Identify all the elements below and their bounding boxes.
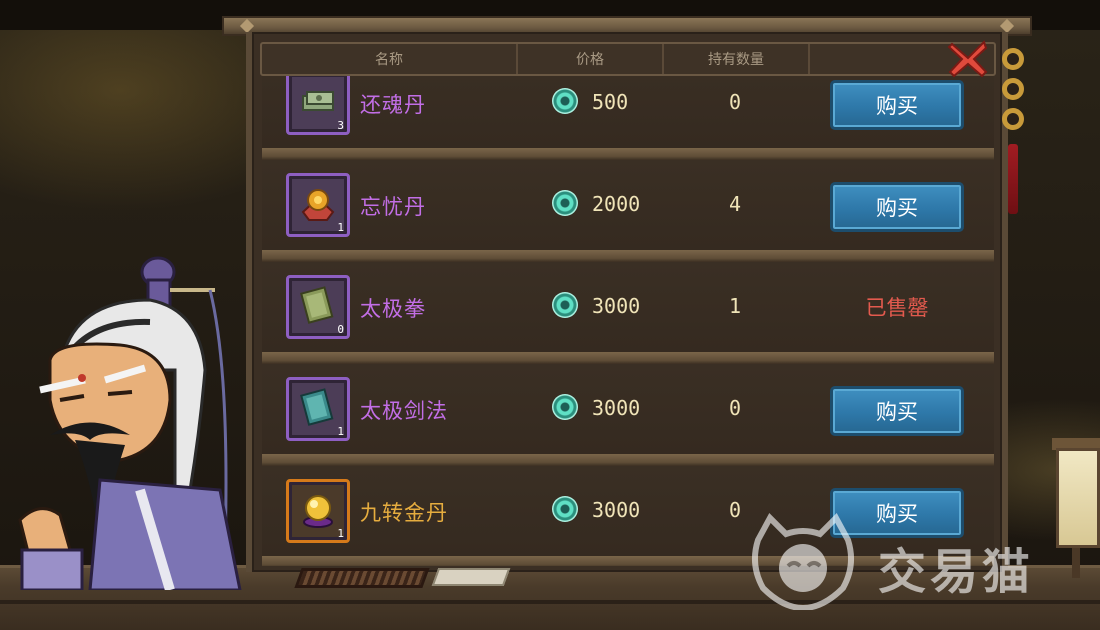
- abacus: [294, 568, 430, 588]
- item-name: 九转金丹: [360, 501, 448, 525]
- ornament-right: [999, 18, 1015, 34]
- jade-coin-icon: [552, 292, 578, 318]
- buy-button[interactable]: 购买: [830, 182, 964, 232]
- green-book-icon: [300, 286, 334, 324]
- watermark-text: 交易猫: [878, 544, 1035, 600]
- shelf-board: [262, 352, 994, 364]
- item-price: 3000: [592, 396, 641, 420]
- item-list[interactable]: 3 还魂丹 500 0 购买 1 忘忧丹 2000 4 购买 0 太极拳 300…: [262, 76, 994, 566]
- item-price: 2000: [592, 192, 641, 216]
- item-count: 1: [337, 221, 344, 234]
- paper-stack: [431, 568, 511, 586]
- item-slot[interactable]: 1: [286, 479, 350, 543]
- close-icon[interactable]: [946, 38, 990, 80]
- table-header: 名称 价格 持有数量: [260, 42, 996, 76]
- coin-ring-icon: [1002, 78, 1024, 100]
- coin-ring-icon: [1002, 48, 1024, 70]
- list-item: 1 忘忧丹 2000 4 购买: [262, 160, 994, 262]
- header-quantity: 持有数量: [664, 44, 810, 74]
- shelf-board: [262, 250, 994, 262]
- item-slot[interactable]: 0: [286, 275, 350, 339]
- sold-out-label: 已售罄: [865, 296, 929, 320]
- item-count: 1: [337, 527, 344, 540]
- item-slot[interactable]: 3: [286, 76, 350, 135]
- list-item: 3 还魂丹 500 0 购买: [262, 76, 994, 160]
- shelf-board: [262, 148, 994, 160]
- golden-pill-icon: [301, 189, 335, 221]
- coin-chain-decoration: [1000, 44, 1030, 224]
- red-tassel: [1008, 144, 1018, 214]
- item-name: 忘忧丹: [360, 195, 426, 219]
- item-count: 3: [337, 119, 344, 132]
- shelf-board: [262, 454, 994, 466]
- owned-quantity: 0: [728, 396, 742, 420]
- watermark: 交易猫: [748, 510, 1088, 610]
- header-name: 名称: [262, 44, 518, 74]
- item-slot[interactable]: 1: [286, 377, 350, 441]
- money-bundle-icon: [302, 91, 334, 111]
- list-item: 1 太极剑法 3000 0 购买: [262, 364, 994, 466]
- item-count: 1: [337, 425, 344, 438]
- jade-coin-icon: [552, 394, 578, 420]
- buy-button[interactable]: 购买: [830, 386, 964, 436]
- item-name: 太极剑法: [360, 399, 448, 423]
- item-price: 500: [592, 90, 629, 114]
- item-count: 0: [337, 323, 344, 336]
- item-slot[interactable]: 1: [286, 173, 350, 237]
- buy-button[interactable]: 购买: [830, 80, 964, 130]
- owned-quantity: 4: [728, 192, 742, 216]
- teal-book-icon: [300, 388, 334, 426]
- jade-coin-icon: [552, 88, 578, 114]
- item-name: 还魂丹: [360, 93, 426, 117]
- item-price: 3000: [592, 498, 641, 522]
- owned-quantity: 0: [728, 90, 742, 114]
- golden-orb-icon: [303, 495, 333, 528]
- shopkeeper-character: [18, 256, 242, 590]
- owned-quantity: 0: [728, 498, 742, 522]
- cat-logo-icon: [751, 513, 855, 610]
- coin-ring-icon: [1002, 108, 1024, 130]
- ornament-left: [239, 18, 255, 34]
- item-name: 太极拳: [360, 297, 426, 321]
- header-price: 价格: [518, 44, 664, 74]
- jade-coin-icon: [552, 190, 578, 216]
- list-item: 0 太极拳 3000 1 已售罄: [262, 262, 994, 364]
- item-price: 3000: [592, 294, 641, 318]
- owned-quantity: 1: [728, 294, 742, 318]
- jade-coin-icon: [552, 496, 578, 522]
